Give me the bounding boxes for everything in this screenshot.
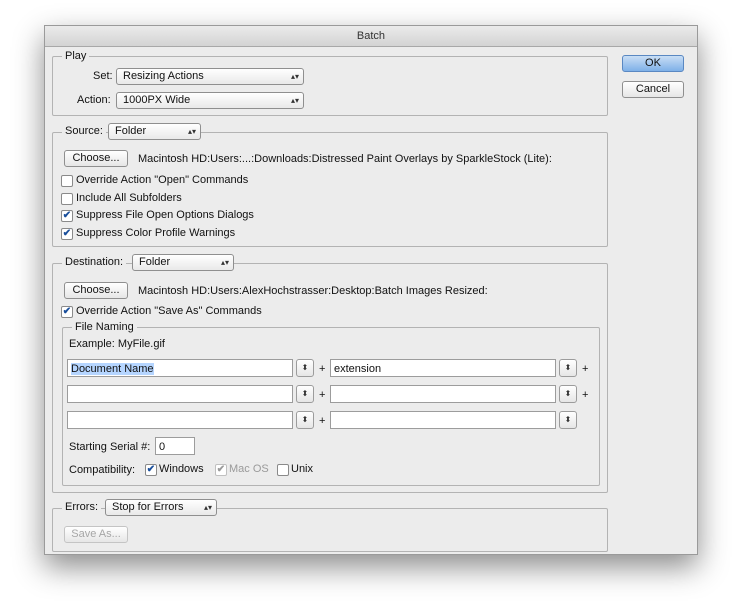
suppress-color-warnings-checkbox[interactable]: ✔: [61, 228, 73, 240]
naming-field-2-right[interactable]: [330, 385, 556, 403]
chevron-updown-icon: ▴▾: [290, 72, 299, 81]
plus-sign: +: [319, 363, 326, 375]
compat-unix-label: Unix: [291, 463, 314, 475]
source-choose-button[interactable]: Choose...: [64, 150, 128, 167]
destination-label: Destination:: [62, 255, 127, 269]
source-select-value: Folder: [115, 125, 147, 137]
ok-button[interactable]: OK: [622, 55, 684, 72]
destination-select[interactable]: Folder ▴▾: [132, 254, 234, 271]
plus-sign: +: [582, 363, 589, 375]
batch-dialog: Batch OK Cancel Play Set: Resizing Actio…: [44, 25, 698, 555]
set-label: Set:: [93, 70, 113, 82]
starting-serial-value: 0: [159, 441, 166, 453]
naming-field-3-right-stepper[interactable]: ⬍: [559, 411, 577, 429]
checkmark-icon: ✔: [62, 228, 72, 239]
source-select[interactable]: Folder ▴▾: [108, 123, 201, 140]
plus-sign: +: [319, 415, 326, 427]
chevron-updown-icon: ▴▾: [203, 503, 212, 512]
suppress-color-warnings-label: Suppress Color Profile Warnings: [76, 227, 236, 239]
starting-serial-label: Starting Serial #:: [69, 441, 151, 453]
chevron-updown-icon: ▴▾: [187, 127, 196, 136]
save-as-button: Save As...: [64, 526, 128, 543]
naming-field-1-right-stepper[interactable]: ⬍: [559, 359, 577, 377]
compat-macos-checkbox: ✔: [215, 464, 227, 476]
naming-field-1-left-stepper[interactable]: ⬍: [296, 359, 314, 377]
source-path: Macintosh HD:Users:...:Downloads:Distres…: [138, 153, 552, 165]
naming-field-3-right[interactable]: [330, 411, 556, 429]
override-open-label: Override Action "Open" Commands: [76, 174, 249, 186]
chevron-updown-icon: ▴▾: [220, 258, 229, 267]
starting-serial-input[interactable]: 0: [155, 437, 195, 455]
override-open-checkbox[interactable]: [61, 175, 73, 187]
include-subfolders-label: Include All Subfolders: [76, 192, 182, 204]
destination-select-value: Folder: [139, 256, 171, 268]
compat-macos-label: Mac OS: [229, 463, 269, 475]
play-legend: Play: [62, 49, 90, 63]
naming-field-3-left-stepper[interactable]: ⬍: [296, 411, 314, 429]
naming-field-1-right-value: extension: [334, 363, 382, 375]
compat-unix-checkbox[interactable]: [277, 464, 289, 476]
window-title: Batch: [45, 26, 697, 47]
plus-sign: +: [582, 389, 589, 401]
naming-field-2-right-stepper[interactable]: ⬍: [559, 385, 577, 403]
compat-windows-label: Windows: [159, 463, 204, 475]
override-save-as-checkbox[interactable]: ✔: [61, 306, 73, 318]
naming-field-1-left-value: Document Name: [71, 363, 154, 375]
naming-field-2-left[interactable]: [67, 385, 293, 403]
errors-select-value: Stop for Errors: [112, 501, 184, 513]
naming-field-1-left[interactable]: Document Name: [67, 359, 293, 377]
file-naming-example: Example: MyFile.gif: [69, 338, 165, 350]
source-label: Source:: [62, 124, 106, 138]
errors-select[interactable]: Stop for Errors ▴▾: [105, 499, 217, 516]
checkmark-icon: ✔: [216, 464, 226, 475]
destination-choose-button[interactable]: Choose...: [64, 282, 128, 299]
checkmark-icon: ✔: [62, 210, 72, 221]
set-select[interactable]: Resizing Actions ▴▾: [116, 68, 304, 85]
suppress-open-dialogs-checkbox[interactable]: ✔: [61, 210, 73, 222]
file-naming-legend: File Naming: [72, 320, 137, 334]
action-select-value: 1000PX Wide: [123, 94, 191, 106]
plus-sign: +: [319, 389, 326, 401]
naming-field-2-left-stepper[interactable]: ⬍: [296, 385, 314, 403]
action-label: Action:: [77, 94, 111, 106]
suppress-open-dialogs-label: Suppress File Open Options Dialogs: [76, 209, 254, 221]
chevron-updown-icon: ▴▾: [290, 96, 299, 105]
errors-label: Errors:: [62, 500, 101, 514]
destination-path: Macintosh HD:Users:AlexHochstrasser:Desk…: [138, 285, 488, 297]
action-select[interactable]: 1000PX Wide ▴▾: [116, 92, 304, 109]
checkmark-icon: ✔: [62, 306, 72, 317]
compatibility-label: Compatibility:: [69, 464, 136, 476]
compat-windows-checkbox[interactable]: ✔: [145, 464, 157, 476]
naming-field-1-right[interactable]: extension: [330, 359, 556, 377]
override-save-as-label: Override Action "Save As" Commands: [76, 305, 262, 317]
cancel-button[interactable]: Cancel: [622, 81, 684, 98]
set-select-value: Resizing Actions: [123, 70, 204, 82]
naming-field-3-left[interactable]: [67, 411, 293, 429]
include-subfolders-checkbox[interactable]: [61, 193, 73, 205]
checkmark-icon: ✔: [146, 464, 156, 475]
